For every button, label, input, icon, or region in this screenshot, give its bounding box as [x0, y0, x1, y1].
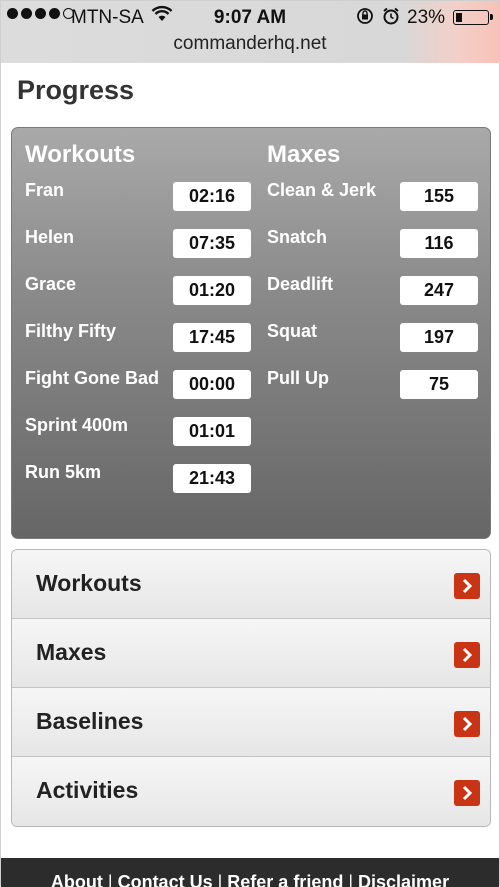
- max-name: Deadlift: [267, 274, 334, 294]
- maxes-column: Maxes Clean & Jerk 155 Snatch 116 Deadlift 24…: [267, 140, 487, 413]
- footer-link-contact-us[interactable]: Contact Us: [118, 872, 213, 887]
- menu-item-workouts[interactable]: Workouts: [12, 550, 490, 619]
- workout-name: Filthy Fifty: [25, 321, 116, 341]
- menu-item-baselines[interactable]: Baselines: [12, 688, 490, 757]
- workout-name: Helen: [25, 227, 75, 247]
- workout-value: 01:01: [173, 417, 251, 446]
- workout-row: Sprint 400m 01:01: [25, 413, 255, 460]
- progress-panel: Workouts Fran 02:16 Helen 07:35 Grace 01:20 Fi…: [11, 127, 491, 539]
- max-value: 75: [400, 370, 478, 399]
- maxes-heading: Maxes: [267, 141, 341, 168]
- max-row: Deadlift 247: [267, 272, 487, 319]
- address-bar[interactable]: commanderhq.net: [1, 33, 499, 55]
- footer-separator: |: [348, 872, 354, 887]
- chevron-right-icon[interactable]: [454, 573, 480, 599]
- battery-icon: [453, 10, 493, 25]
- footer-separator: |: [107, 872, 113, 887]
- chevron-right-icon[interactable]: [454, 642, 480, 668]
- page-title: Progress: [17, 75, 135, 105]
- alarm-icon: [382, 7, 400, 31]
- menu-item-label: Activities: [36, 777, 139, 803]
- workout-row: Grace 01:20: [25, 272, 255, 319]
- footer-link-about[interactable]: About: [51, 872, 103, 887]
- status-bar: MTN-SA 9:07 AM 23% commanderhq.net: [1, 1, 499, 63]
- workouts-heading: Workouts: [25, 141, 136, 168]
- workout-value: 01:20: [173, 276, 251, 305]
- max-value: 197: [400, 323, 478, 352]
- navigation-menu: Workouts Maxes Baselines Activities: [11, 549, 491, 827]
- max-row: Snatch 116: [267, 225, 487, 272]
- workout-value: 17:45: [173, 323, 251, 352]
- menu-item-label: Workouts: [36, 570, 142, 596]
- menu-item-activities[interactable]: Activities: [12, 757, 490, 826]
- max-name: Pull Up: [267, 368, 329, 388]
- workout-name: Fran: [25, 180, 65, 200]
- workout-row: Fran 02:16: [25, 178, 255, 225]
- max-row: Clean & Jerk 155: [267, 178, 487, 225]
- menu-item-label: Maxes: [36, 639, 107, 665]
- max-name: Clean & Jerk: [267, 180, 377, 200]
- workout-name: Grace: [25, 274, 77, 294]
- max-row: Pull Up 75: [267, 366, 487, 413]
- workout-value: 02:16: [173, 182, 251, 211]
- rotation-lock-icon: [356, 7, 374, 31]
- footer-link-refer-a-friend[interactable]: Refer a friend: [227, 872, 343, 887]
- max-value: 247: [400, 276, 478, 305]
- workout-value: 21:43: [173, 464, 251, 493]
- max-name: Snatch: [267, 227, 328, 247]
- battery-percentage: 23%: [407, 7, 446, 28]
- workout-value: 00:00: [173, 370, 251, 399]
- max-name: Squat: [267, 321, 318, 341]
- workout-row: Filthy Fifty 17:45: [25, 319, 255, 366]
- chevron-right-icon[interactable]: [454, 780, 480, 806]
- footer: About | Contact Us | Refer a friend | Disclaim…: [1, 858, 499, 887]
- menu-item-label: Baselines: [36, 708, 144, 734]
- max-row: Squat 197: [267, 319, 487, 366]
- workouts-column: Workouts Fran 02:16 Helen 07:35 Grace 01:20 Fi…: [25, 140, 255, 507]
- workout-name: Sprint 400m: [25, 415, 129, 435]
- workout-name: Run 5km: [25, 462, 102, 482]
- chevron-right-icon[interactable]: [454, 711, 480, 737]
- max-value: 116: [400, 229, 478, 258]
- workout-value: 07:35: [173, 229, 251, 258]
- workout-row: Run 5km 21:43: [25, 460, 255, 507]
- menu-item-maxes[interactable]: Maxes: [12, 619, 490, 688]
- workout-name: Fight Gone Bad: [25, 368, 159, 388]
- footer-separator: |: [217, 872, 223, 887]
- footer-link-disclaimer[interactable]: Disclaimer: [358, 872, 449, 887]
- workout-row: Fight Gone Bad 00:00: [25, 366, 255, 413]
- max-value: 155: [400, 182, 478, 211]
- workout-row: Helen 07:35: [25, 225, 255, 272]
